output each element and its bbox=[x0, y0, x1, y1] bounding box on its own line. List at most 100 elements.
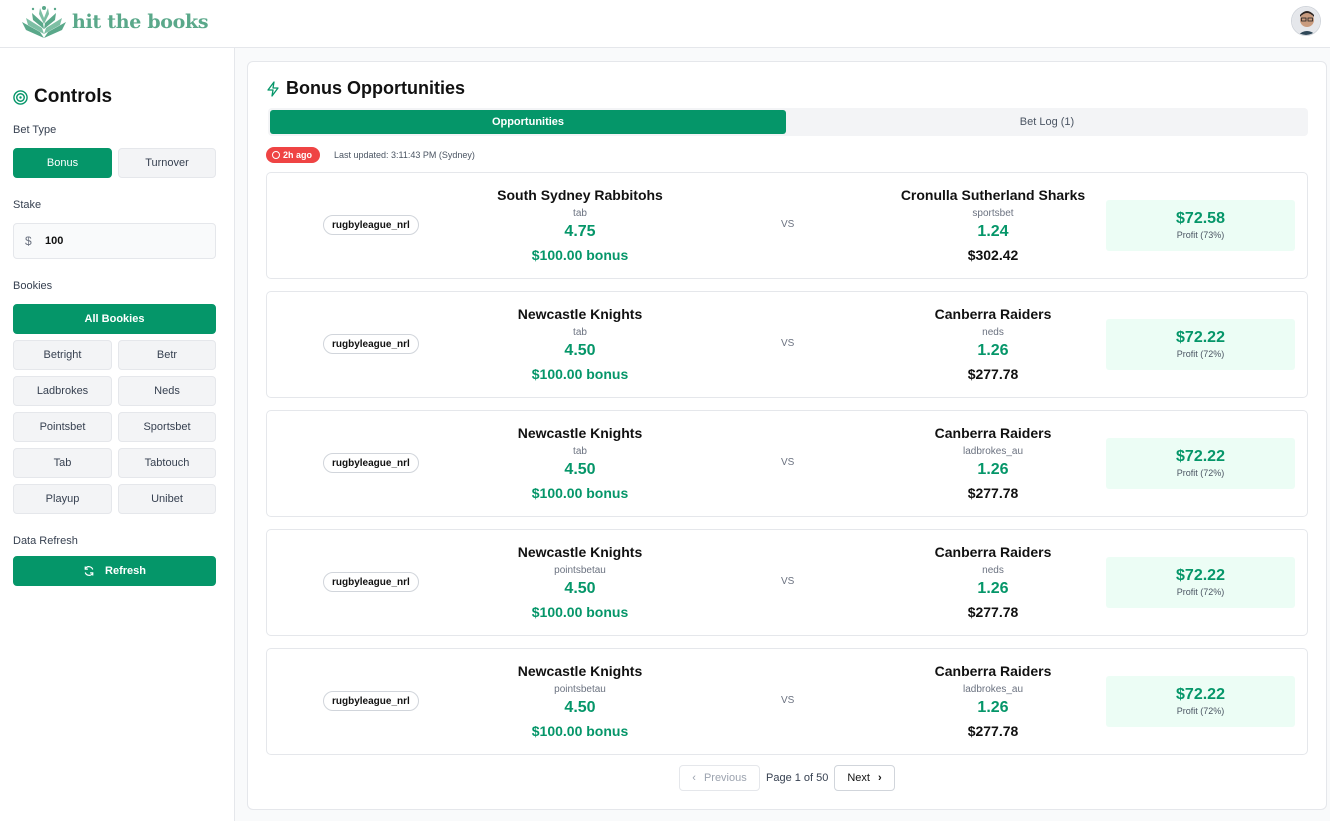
view-tabs: Opportunities Bet Log (1) bbox=[268, 108, 1308, 136]
bookie-playup-button[interactable]: Playup bbox=[13, 484, 112, 514]
profit-amount: $72.58 bbox=[1176, 210, 1225, 227]
team-name: Newcastle Knights bbox=[517, 306, 643, 322]
team-name: Canberra Raiders bbox=[934, 544, 1052, 560]
bookie-name: pointsbetau bbox=[554, 684, 606, 695]
profit-percent: Profit (72%) bbox=[1176, 468, 1225, 478]
bonus-side: Newcastle Knights tab 4.50 $100.00 bonus bbox=[430, 411, 730, 516]
stake-label: Stake bbox=[13, 199, 42, 211]
team-name: South Sydney Rabbitohs bbox=[497, 187, 663, 203]
app-logo[interactable]: hit the books bbox=[18, 4, 209, 40]
odds-value: 4.50 bbox=[564, 580, 596, 597]
refresh-button[interactable]: Refresh bbox=[13, 556, 216, 586]
opportunity-row[interactable]: rugbyleague_nrl Newcastle Knights points… bbox=[266, 529, 1308, 636]
opportunity-row[interactable]: rugbyleague_nrl South Sydney Rabbitohs t… bbox=[266, 172, 1308, 279]
bet-type-turnover-button[interactable]: Turnover bbox=[118, 148, 216, 178]
bookie-unibet-button[interactable]: Unibet bbox=[118, 484, 216, 514]
bet-amount: $277.78 bbox=[967, 366, 1019, 382]
bookie-betright-button[interactable]: Betright bbox=[13, 340, 112, 370]
bet-type-bonus-button[interactable]: Bonus bbox=[13, 148, 112, 178]
sport-badge: rugbyleague_nrl bbox=[323, 334, 419, 354]
profit-percent: Profit (73%) bbox=[1176, 230, 1225, 240]
bookie-name: ladbrokes_au bbox=[962, 684, 1024, 695]
odds-value: 1.26 bbox=[977, 461, 1009, 478]
odds-value: 4.50 bbox=[564, 342, 596, 359]
bet-amount: $100.00 bonus bbox=[531, 485, 629, 501]
stake-value[interactable]: 100 bbox=[45, 235, 63, 247]
bet-type-label: Bet Type bbox=[13, 124, 57, 136]
hedge-side: Canberra Raiders ladbrokes_au 1.26 $277.… bbox=[843, 411, 1143, 516]
bookie-name: tab bbox=[573, 208, 587, 219]
controls-sidebar: Controls Bet Type Bonus Turnover Stake $… bbox=[0, 48, 235, 821]
bookies-label: Bookies bbox=[13, 280, 53, 292]
team-name: Newcastle Knights bbox=[517, 544, 643, 560]
user-avatar[interactable] bbox=[1291, 6, 1321, 36]
last-updated-text: Last updated: 3:11:43 PM (Sydney) bbox=[334, 150, 475, 160]
opportunity-row[interactable]: rugbyleague_nrl Newcastle Knights points… bbox=[266, 648, 1308, 755]
vs-label: VS bbox=[781, 219, 795, 230]
profit-box: $72.22 Profit (72%) bbox=[1106, 319, 1295, 370]
stale-badge-text: 2h ago bbox=[283, 150, 313, 160]
odds-value: 4.50 bbox=[564, 699, 596, 716]
bet-amount: $277.78 bbox=[967, 723, 1019, 739]
bookie-neds-button[interactable]: Neds bbox=[118, 376, 216, 406]
bookie-tabtouch-button[interactable]: Tabtouch bbox=[118, 448, 216, 478]
bookie-name: neds bbox=[982, 565, 1004, 576]
profit-box: $72.58 Profit (73%) bbox=[1106, 200, 1295, 251]
bookie-name: sportsbet bbox=[972, 208, 1014, 219]
chevron-left-icon: ‹ bbox=[692, 772, 696, 784]
controls-title: Controls bbox=[34, 86, 113, 107]
page-info: Page 1 of 50 bbox=[766, 772, 829, 784]
sport-badge: rugbyleague_nrl bbox=[323, 572, 419, 592]
profit-box: $72.22 Profit (72%) bbox=[1106, 676, 1295, 727]
odds-value: 1.26 bbox=[977, 342, 1009, 359]
profit-box: $72.22 Profit (72%) bbox=[1106, 438, 1295, 489]
profit-percent: Profit (72%) bbox=[1176, 587, 1225, 597]
refresh-icon bbox=[84, 566, 94, 576]
refresh-label: Refresh bbox=[105, 565, 146, 577]
bonus-side: Newcastle Knights pointsbetau 4.50 $100.… bbox=[430, 530, 730, 635]
profit-percent: Profit (72%) bbox=[1176, 706, 1225, 716]
team-name: Newcastle Knights bbox=[517, 663, 643, 679]
tab-opportunities[interactable]: Opportunities bbox=[270, 110, 786, 134]
stake-input[interactable]: $ 100 bbox=[13, 223, 216, 259]
sport-badge: rugbyleague_nrl bbox=[323, 215, 419, 235]
bookie-name: tab bbox=[573, 446, 587, 457]
bet-amount: $100.00 bonus bbox=[531, 247, 629, 263]
team-name: Newcastle Knights bbox=[517, 425, 643, 441]
profit-amount: $72.22 bbox=[1176, 329, 1225, 346]
app-name: hit the books bbox=[72, 11, 209, 33]
user-photo-icon bbox=[1292, 7, 1320, 35]
hedge-side: Canberra Raiders neds 1.26 $277.78 bbox=[843, 292, 1143, 397]
bookie-sportsbet-button[interactable]: Sportsbet bbox=[118, 412, 216, 442]
odds-value: 1.24 bbox=[977, 223, 1009, 240]
bookie-name: neds bbox=[982, 327, 1004, 338]
profit-amount: $72.22 bbox=[1176, 448, 1225, 465]
vs-label: VS bbox=[781, 457, 795, 468]
clock-icon bbox=[272, 151, 280, 159]
bookie-ladbrokes-button[interactable]: Ladbrokes bbox=[13, 376, 112, 406]
opportunities-card: Bonus Opportunities Opportunities Bet Lo… bbox=[247, 61, 1327, 810]
sport-badge: rugbyleague_nrl bbox=[323, 691, 419, 711]
open-book-logo-icon bbox=[22, 6, 66, 38]
previous-page-button[interactable]: ‹ Previous bbox=[679, 765, 760, 791]
profit-percent: Profit (72%) bbox=[1176, 349, 1225, 359]
all-bookies-button[interactable]: All Bookies bbox=[13, 304, 216, 334]
bookie-betr-button[interactable]: Betr bbox=[118, 340, 216, 370]
target-icon bbox=[13, 89, 28, 105]
team-name: Canberra Raiders bbox=[934, 425, 1052, 441]
stale-data-badge: 2h ago bbox=[266, 147, 321, 163]
opportunity-row[interactable]: rugbyleague_nrl Newcastle Knights tab 4.… bbox=[266, 291, 1308, 398]
page-title-text: Bonus Opportunities bbox=[286, 78, 465, 98]
bonus-side: South Sydney Rabbitohs tab 4.75 $100.00 … bbox=[430, 173, 730, 278]
vs-label: VS bbox=[781, 695, 795, 706]
tab-bet-log[interactable]: Bet Log (1) bbox=[788, 110, 1306, 134]
bookie-tab-button[interactable]: Tab bbox=[13, 448, 112, 478]
hedge-side: Cronulla Sutherland Sharks sportsbet 1.2… bbox=[843, 173, 1143, 278]
odds-value: 1.26 bbox=[977, 580, 1009, 597]
vs-label: VS bbox=[781, 576, 795, 587]
bet-amount: $100.00 bonus bbox=[531, 604, 629, 620]
profit-amount: $72.22 bbox=[1176, 567, 1225, 584]
bookie-pointsbet-button[interactable]: Pointsbet bbox=[13, 412, 112, 442]
next-page-button[interactable]: Next › bbox=[834, 765, 895, 791]
opportunity-row[interactable]: rugbyleague_nrl Newcastle Knights tab 4.… bbox=[266, 410, 1308, 517]
